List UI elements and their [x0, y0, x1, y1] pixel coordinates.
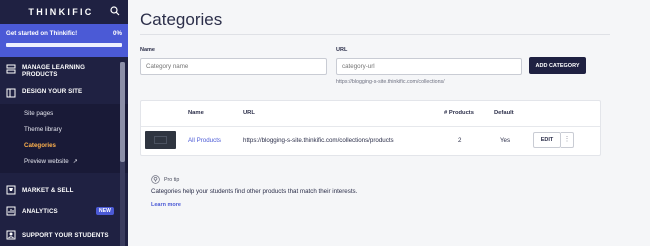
category-thumbnail [145, 131, 176, 149]
lightbulb-icon [151, 175, 160, 184]
sidebar-item-analytics[interactable]: ANALYTICS NEW [0, 199, 128, 223]
url-label: URL [336, 47, 348, 53]
page-title: Categories [140, 10, 223, 29]
column-header-products: # Products [444, 110, 474, 116]
category-name-input[interactable] [140, 58, 327, 75]
categories-table: Name URL # Products Default All Products… [140, 100, 601, 156]
column-header-default: Default [494, 110, 514, 116]
person-icon [6, 230, 16, 240]
new-badge: NEW [96, 207, 114, 215]
design-submenu: Site pages Theme library Categories Prev… [0, 104, 128, 173]
sidebar-header: THINKIFIC [0, 0, 128, 24]
category-url-cell: https://blogging-s-site.thinkific.com/co… [243, 137, 394, 144]
search-icon[interactable] [110, 6, 120, 16]
sidebar-item-label: MANAGE LEARNING PRODUCTS [22, 64, 86, 78]
category-products-count: 2 [458, 137, 462, 144]
sidebar-item-design-your-site[interactable]: DESIGN YOUR SITE [0, 88, 128, 104]
stack-icon [6, 64, 16, 74]
sidebar-subitem-theme-library[interactable]: Theme library [0, 122, 128, 138]
url-hint: https://blogging-s-site.thinkific.com/co… [336, 79, 445, 85]
protip-text: Categories help your students find other… [151, 188, 358, 195]
name-label: Name [140, 47, 155, 53]
main-content: Categories Name URL https://blogging-s-s… [128, 0, 650, 246]
edit-button[interactable]: EDIT [533, 132, 561, 148]
sidebar-subitem-categories[interactable]: Categories [0, 138, 128, 154]
category-url-input[interactable] [336, 58, 522, 75]
chart-icon [6, 206, 16, 216]
sidebar-item-label: MARKET & SELL [22, 186, 74, 194]
get-started-progress-bar [6, 43, 122, 47]
get-started-label: Get started on Thinkific! [6, 30, 78, 37]
title-divider [140, 34, 610, 35]
header-divider [141, 126, 600, 127]
sidebar-subitem-preview-website[interactable]: Preview website ↗ [0, 154, 128, 170]
column-header-name: Name [188, 110, 204, 116]
add-category-button[interactable]: ADD CATEGORY [529, 57, 586, 74]
sidebar-item-label: SUPPORT YOUR STUDENTS [22, 231, 109, 239]
column-header-url: URL [243, 110, 255, 116]
sidebar: THINKIFIC Get started on Thinkific! 0% M… [0, 0, 128, 246]
more-options-icon[interactable]: ⋮ [561, 132, 574, 148]
thinkific-logo[interactable]: THINKIFIC [28, 7, 93, 17]
get-started-percent: 0% [113, 30, 122, 37]
sidebar-item-label: DESIGN YOUR SITE [22, 88, 83, 95]
get-started-banner[interactable]: Get started on Thinkific! 0% [0, 24, 128, 57]
sidebar-item-manage-learning-products[interactable]: MANAGE LEARNING PRODUCTS [0, 64, 128, 88]
sidebar-item-market-and-sell[interactable]: MARKET & SELL [0, 181, 128, 199]
learn-more-link[interactable]: Learn more [151, 202, 181, 208]
cart-icon [6, 185, 16, 195]
sidebar-subitem-site-pages[interactable]: Site pages [0, 106, 128, 122]
layout-icon [6, 88, 16, 98]
category-default-value: Yes [500, 137, 511, 144]
sidebar-subitem-label: Preview website [24, 158, 69, 165]
sidebar-nav: MANAGE LEARNING PRODUCTS DESIGN YOUR SIT… [0, 64, 128, 246]
sidebar-item-support-your-students[interactable]: SUPPORT YOUR STUDENTS [0, 223, 128, 246]
category-name-link[interactable]: All Products [188, 137, 221, 144]
protip-label: Pro tip [164, 177, 180, 183]
sidebar-scrollbar-thumb[interactable] [120, 62, 125, 162]
sidebar-item-label: ANALYTICS [22, 207, 58, 215]
external-link-icon: ↗ [72, 159, 78, 165]
